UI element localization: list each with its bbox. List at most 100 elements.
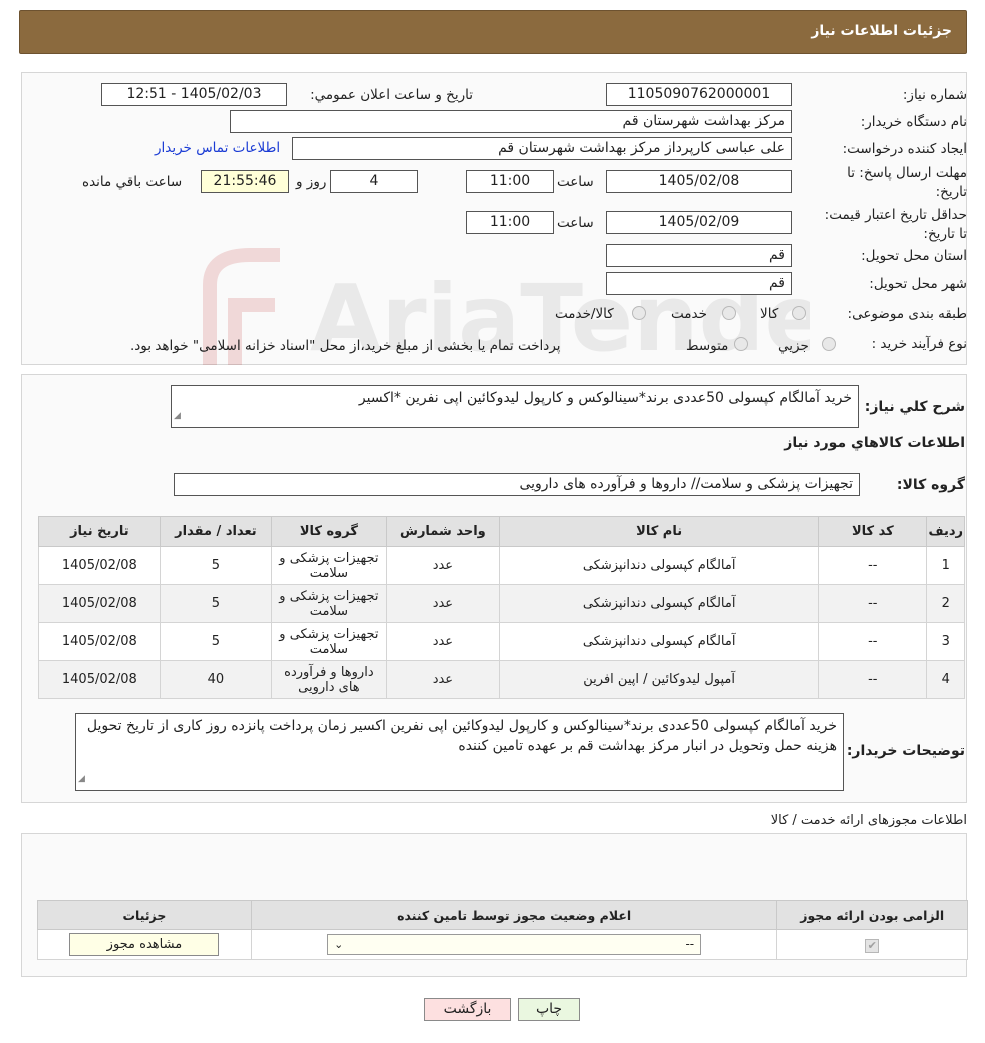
process-option-medium: متوسط: [686, 338, 729, 354]
permits-table-header: الزامی بودن ارائه مجوز اعلام وضعیت مجوز …: [37, 900, 968, 930]
category-label: طبقه بندی موضوعی:: [847, 306, 967, 322]
table-row: 1 -- آمالگام کپسولی دندانپزشکی عدد تجهیز…: [38, 546, 965, 585]
deadline-time-label: ساعت: [557, 174, 594, 190]
category-radio-service[interactable]: [722, 306, 736, 320]
cell-name: آمالگام کپسولی دندانپزشکی: [499, 546, 820, 585]
cell-unit: عدد: [385, 622, 501, 661]
cell-group: تجهیزات پزشکی و سلامت: [271, 584, 387, 623]
permit-status-cell: -- ⌄: [250, 929, 778, 960]
process-radio-small[interactable]: [822, 337, 836, 351]
price-valid-time-field: 11:00: [466, 211, 554, 234]
permits-title: اطلاعات مجوزهای ارائه خدمت / کالا: [770, 813, 967, 828]
cell-name: آمالگام کپسولی دندانپزشکی: [499, 622, 820, 661]
cell-unit: عدد: [385, 584, 501, 623]
permits-col-details: جزئیات: [37, 900, 252, 930]
col-header-date: تاريخ نياز: [38, 516, 161, 547]
price-valid-time-label: ساعت: [557, 215, 594, 231]
city-label: شهر محل تحويل:: [869, 276, 967, 292]
permits-col-status: اعلام وضعیت مجوز توسط تامین کننده: [250, 900, 778, 930]
remaining-time-label: ساعت باقي مانده: [82, 174, 183, 190]
process-label: نوع فرآيند خريد :: [871, 336, 967, 352]
deadline-date-field: 1405/02/08: [606, 170, 792, 193]
view-permit-button[interactable]: مشاهده مجوز: [69, 933, 220, 956]
permits-row: ✔ -- ⌄ مشاهده مجوز: [37, 929, 968, 960]
table-row: 4 -- آمپول لیدوکائین / اپین افرین عدد دا…: [38, 660, 965, 699]
process-note: پرداخت تمام یا بخشی از مبلغ خرید،از محل …: [130, 338, 561, 354]
days-label: روز و: [296, 174, 327, 190]
cell-code: --: [818, 660, 928, 699]
need-number-label: شماره نیاز:: [902, 87, 967, 103]
cell-name: آمپول لیدوکائین / اپین افرین: [499, 660, 820, 699]
cell-qty: 5: [159, 546, 273, 585]
col-header-name: نام کالا: [499, 516, 820, 547]
process-option-small: جزيي: [778, 338, 809, 354]
table-row: 2 -- آمالگام کپسولی دندانپزشکی عدد تجهیز…: [38, 584, 965, 623]
cell-name: آمالگام کپسولی دندانپزشکی: [499, 584, 820, 623]
col-header-unit: واحد شمارش: [385, 516, 501, 547]
cell-group: تجهیزات پزشکی و سلامت: [271, 546, 387, 585]
deadline-time-field: 11:00: [466, 170, 554, 193]
price-valid-date-field: 1405/02/09: [606, 211, 792, 234]
category-option-goods: کالا: [760, 306, 779, 322]
col-header-group: گروه کالا: [271, 516, 387, 547]
province-field: قم: [606, 244, 792, 267]
back-button[interactable]: بازگشت: [424, 998, 511, 1021]
resize-handle-icon[interactable]: ◢: [78, 769, 85, 789]
creator-field: علی عباسی کارپرداز مرکز بهداشت شهرستان ق…: [292, 137, 792, 160]
permits-col-required: الزامی بودن ارائه مجوز: [776, 900, 968, 930]
items-table-header: رديف کد کالا نام کالا واحد شمارش گروه کا…: [38, 516, 965, 547]
buyer-org-label: نام دستگاه خريدار:: [860, 114, 967, 130]
cell-date: 1405/02/08: [38, 622, 161, 661]
announce-label: تاریخ و ساعت اعلان عمومي:: [310, 87, 473, 103]
province-label: استان محل تحويل:: [861, 248, 967, 264]
buyer-notes-textarea[interactable]: خرید آمالگام کپسولی 50عددی برند*سینالوکس…: [75, 713, 844, 791]
buyer-org-field: مرکز بهداشت شهرستان قم: [230, 110, 792, 133]
permit-status-value: --: [685, 937, 695, 951]
days-remaining-field: 4: [330, 170, 418, 193]
cell-code: --: [818, 584, 928, 623]
category-radio-goods[interactable]: [792, 306, 806, 320]
col-header-row: رديف: [926, 516, 965, 547]
deadline-label: مهلت ارسال پاسخ: تا تاريخ:: [847, 165, 967, 200]
price-valid-label: حداقل تاريخ اعتبار قيمت: تا تاريخ:: [824, 207, 967, 242]
cell-group: داروها و فرآورده های دارویی: [271, 660, 387, 699]
permit-required-checkbox[interactable]: ✔: [865, 938, 880, 953]
buyer-contact-link[interactable]: اطلاعات تماس خريدار: [155, 140, 280, 156]
cell-unit: عدد: [385, 660, 501, 699]
items-table: رديف کد کالا نام کالا واحد شمارش گروه کا…: [38, 516, 965, 699]
permit-required-cell: ✔: [776, 929, 968, 960]
category-option-goods-service: کالا/خدمت: [555, 306, 614, 322]
announce-field: 1405/02/03 - 12:51: [101, 83, 287, 106]
process-radio-medium[interactable]: [734, 337, 748, 351]
cell-group: تجهیزات پزشکی و سلامت: [271, 622, 387, 661]
city-field: قم: [606, 272, 792, 295]
summary-label: شرح کلي نياز:: [864, 399, 965, 415]
page-header: جزئیات اطلاعات نیاز: [19, 10, 967, 54]
col-header-code: کد کالا: [818, 516, 928, 547]
permit-details-cell: مشاهده مجوز: [37, 929, 252, 960]
remaining-time-field: 21:55:46: [201, 170, 289, 193]
cell-qty: 40: [159, 660, 273, 699]
chevron-down-icon: ⌄: [334, 938, 344, 951]
category-radio-goods-service[interactable]: [632, 306, 646, 320]
cell-row: 4: [926, 660, 965, 699]
cell-code: --: [818, 546, 928, 585]
cell-code: --: [818, 622, 928, 661]
permits-table: الزامی بودن ارائه مجوز اعلام وضعیت مجوز …: [37, 900, 968, 960]
goods-info-title: اطلاعات کالاهاي مورد نياز: [784, 435, 965, 451]
cell-row: 3: [926, 622, 965, 661]
cell-qty: 5: [159, 584, 273, 623]
need-number-field: 1105090762000001: [606, 83, 792, 106]
print-button[interactable]: چاپ: [518, 998, 580, 1021]
summary-textarea[interactable]: خرید آمالگام کپسولی 50عددی برند*سینالوکس…: [171, 385, 859, 428]
col-header-qty: تعداد / مقدار: [159, 516, 273, 547]
resize-handle-icon[interactable]: ◢: [174, 406, 181, 426]
cell-row: 1: [926, 546, 965, 585]
cell-date: 1405/02/08: [38, 584, 161, 623]
buyer-notes-text: خرید آمالگام کپسولی 50عددی برند*سینالوکس…: [86, 718, 837, 754]
cell-qty: 5: [159, 622, 273, 661]
cell-unit: عدد: [385, 546, 501, 585]
table-row: 3 -- آمالگام کپسولی دندانپزشکی عدد تجهیز…: [38, 622, 965, 661]
buyer-notes-label: توضيحات خريدار:: [846, 743, 965, 759]
permit-status-select[interactable]: -- ⌄: [327, 934, 702, 955]
